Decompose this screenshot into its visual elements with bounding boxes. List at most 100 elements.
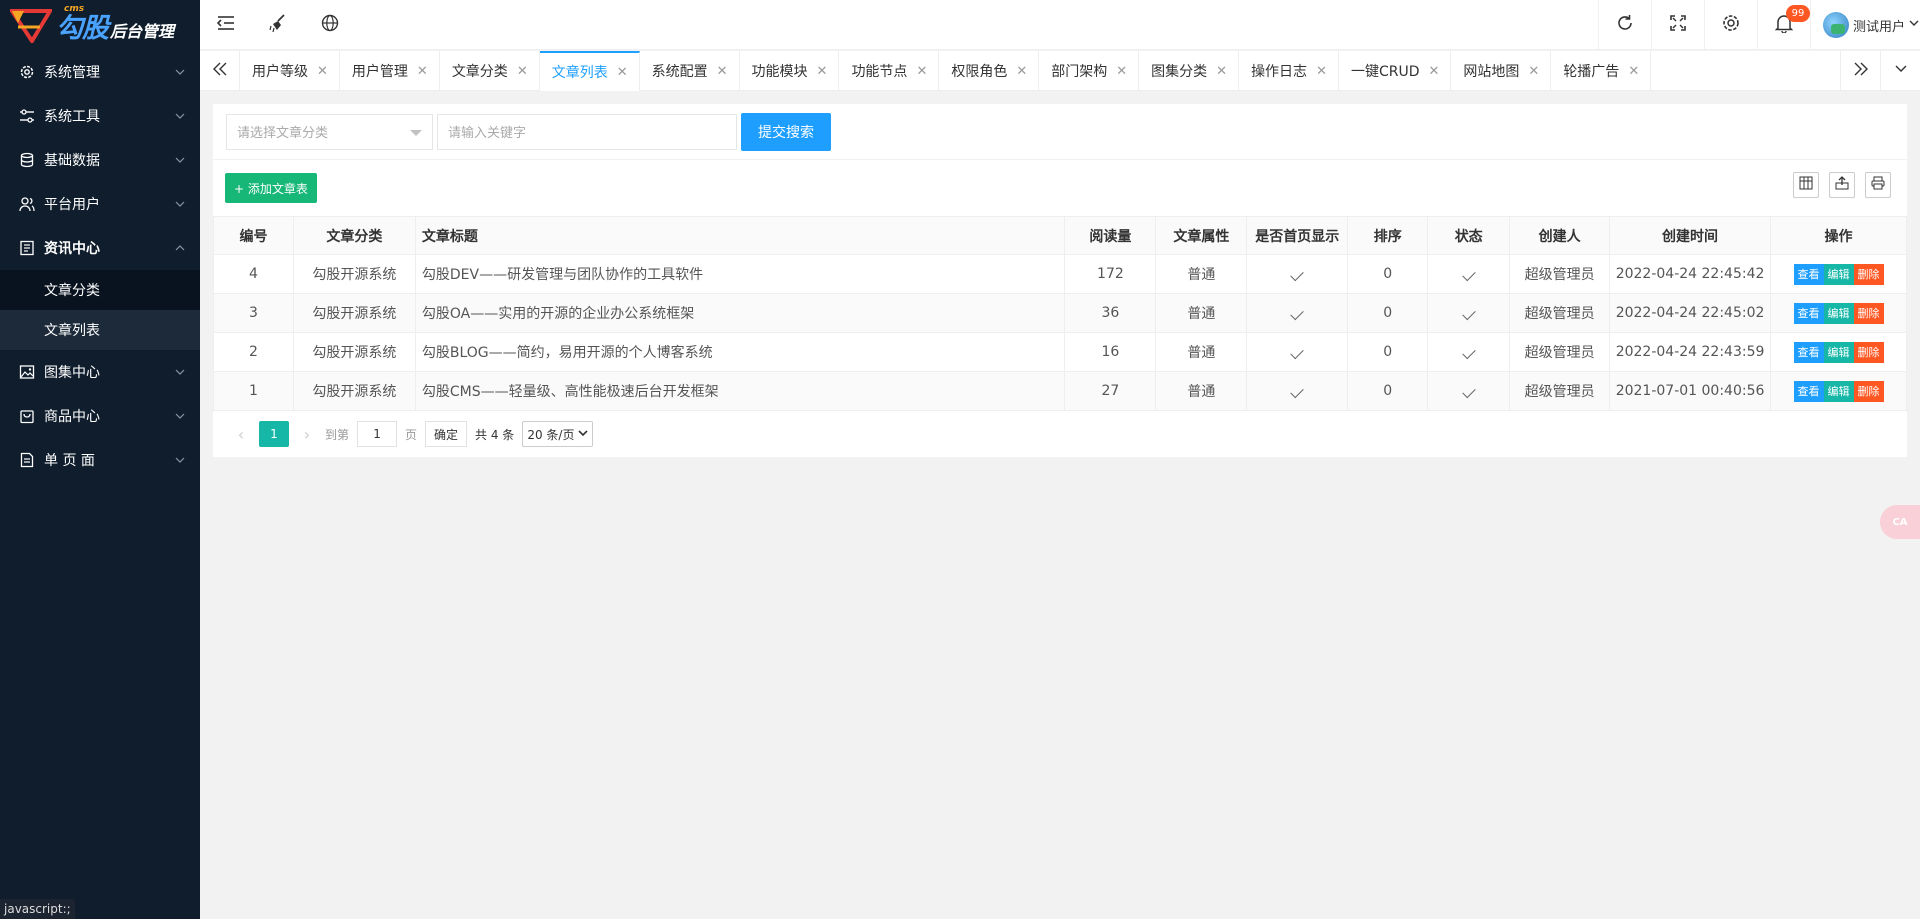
close-icon[interactable]: ✕ [317, 64, 328, 79]
delete-button[interactable]: 删除 [1853, 302, 1884, 324]
tab-department[interactable]: 部门架构 ✕ [1039, 51, 1140, 91]
tab-function-module[interactable]: 功能模块 ✕ [740, 51, 840, 91]
columns-filter-button[interactable] [1793, 172, 1819, 198]
close-icon[interactable]: ✕ [1628, 64, 1639, 79]
col-header-status[interactable]: 状态 [1427, 216, 1511, 255]
close-icon[interactable]: ✕ [417, 64, 428, 79]
close-icon[interactable]: ✕ [1216, 64, 1227, 79]
tab-user-level[interactable]: 用户等级 ✕ [240, 51, 340, 91]
sidebar-item-single-page[interactable]: 单 页 面 [0, 438, 200, 482]
delete-button[interactable]: 删除 [1853, 380, 1884, 402]
logo[interactable]: cms 勾股 后台管理 [0, 0, 200, 50]
user-menu[interactable]: 测试用户 [1810, 0, 1920, 50]
translate-float-button[interactable]: CA [1880, 505, 1920, 539]
tab-article-category[interactable]: 文章分类 ✕ [440, 51, 540, 91]
col-header-creator[interactable]: 创建人 [1509, 216, 1611, 255]
clear-cache-button[interactable] [252, 0, 304, 50]
sidebar-item-goods-center[interactable]: 商品中心 [0, 394, 200, 438]
export-button[interactable] [1829, 172, 1855, 198]
submit-search-button[interactable]: 提交搜索 [741, 112, 831, 151]
print-button[interactable] [1865, 172, 1891, 198]
sidebar-item-news-center[interactable]: 资讯中心 [0, 226, 200, 270]
tab-function-node[interactable]: 功能节点 ✕ [839, 51, 940, 91]
prev-page-button[interactable]: ‹ [231, 425, 251, 444]
tab-user-management[interactable]: 用户管理 ✕ [340, 51, 440, 91]
next-page-button[interactable]: › [297, 425, 317, 444]
add-article-button[interactable]: + 添加文章表 [225, 173, 317, 203]
edit-button[interactable]: 编辑 [1823, 341, 1854, 363]
close-icon[interactable]: ✕ [617, 65, 628, 80]
col-header-reads[interactable]: 阅读量 [1064, 216, 1157, 255]
view-button[interactable]: 查看 [1793, 302, 1824, 324]
view-button[interactable]: 查看 [1793, 341, 1824, 363]
refresh-button[interactable] [1598, 0, 1651, 50]
website-button[interactable] [304, 0, 356, 50]
submenu-item-article-category[interactable]: 文章分类 [0, 270, 200, 310]
delete-button[interactable]: 删除 [1853, 263, 1884, 285]
tab-list: 用户等级 ✕ 用户管理 ✕ 文章分类 ✕ 文章列表 ✕ 系统配置 ✕ 功能模块 ✕ 功能节点… [240, 51, 1652, 91]
fullscreen-button[interactable] [1651, 0, 1704, 50]
cell-status [1427, 332, 1511, 372]
tab-article-list[interactable]: 文章列表 ✕ [539, 51, 640, 91]
tab-scroll-left-button[interactable] [200, 51, 240, 91]
sidebar-item-label: 基础数据 [44, 153, 100, 169]
col-header-sort[interactable]: 排序 [1347, 216, 1429, 255]
sidebar-item-system-tools[interactable]: 系统工具 [0, 94, 200, 138]
close-icon[interactable]: ✕ [1016, 64, 1027, 79]
edit-button[interactable]: 编辑 [1823, 302, 1854, 324]
tab-scroll-right-button[interactable] [1840, 51, 1880, 91]
cell-id: 2 [213, 332, 294, 372]
category-select[interactable]: 请选择文章分类 [226, 113, 433, 150]
table-row[interactable]: 2 勾股开源系统 勾股BLOG——简约，易用开源的个人博客系统 16 普通 0 … [213, 332, 1907, 372]
tab-sitemap[interactable]: 网站地图 ✕ [1451, 51, 1552, 91]
view-button[interactable]: 查看 [1793, 380, 1824, 402]
col-header-attr[interactable]: 文章属性 [1155, 216, 1248, 255]
cell-creator: 超级管理员 [1509, 293, 1611, 333]
goto-confirm-button[interactable]: 确定 [425, 421, 468, 447]
sidebar-item-base-data[interactable]: 基础数据 [0, 138, 200, 182]
edit-button[interactable]: 编辑 [1823, 263, 1854, 285]
close-icon[interactable]: ✕ [517, 64, 528, 79]
close-icon[interactable]: ✕ [817, 64, 828, 79]
tab-operation-log[interactable]: 操作日志 ✕ [1239, 51, 1339, 91]
submenu-item-article-list[interactable]: 文章列表 [0, 310, 200, 350]
tab-system-config[interactable]: 系统配置 ✕ [640, 51, 740, 91]
edit-button[interactable]: 编辑 [1823, 380, 1854, 402]
tab-permission-role[interactable]: 权限角色 ✕ [939, 51, 1040, 91]
menu-collapse-button[interactable] [200, 0, 252, 50]
close-icon[interactable]: ✕ [717, 64, 728, 79]
settings-button[interactable] [1704, 0, 1757, 50]
sidebar-item-gallery-center[interactable]: 图集中心 [0, 350, 200, 394]
close-icon[interactable]: ✕ [1116, 64, 1127, 79]
table-row[interactable]: 4 勾股开源系统 勾股DEV——研发管理与团队协作的工具软件 172 普通 0 … [213, 254, 1907, 294]
table-row[interactable]: 1 勾股开源系统 勾股CMS——轻量级、高性能极速后台开发框架 27 普通 0 … [213, 371, 1907, 411]
col-header-show-home[interactable]: 是否首页显示 [1246, 216, 1349, 255]
col-header-category[interactable]: 文章分类 [292, 216, 416, 255]
keyword-input[interactable]: 请输入关键字 [437, 113, 737, 150]
page-size-select[interactable]: 20 条/页 [522, 421, 594, 447]
goto-page-input[interactable]: 1 [357, 421, 398, 447]
cell-show-home [1246, 254, 1349, 294]
page-unit-label: 页 [405, 427, 418, 442]
notification-button[interactable]: 99 [1757, 0, 1810, 50]
delete-button[interactable]: 删除 [1853, 341, 1884, 363]
close-icon[interactable]: ✕ [1528, 64, 1539, 79]
fullscreen-icon [1669, 14, 1687, 36]
tab-gallery-category[interactable]: 图集分类 ✕ [1139, 51, 1240, 91]
table-row[interactable]: 3 勾股开源系统 勾股OA——实用的开源的企业办公系统框架 36 普通 0 超级… [213, 293, 1907, 333]
sidebar-item-platform-users[interactable]: 平台用户 [0, 182, 200, 226]
sidebar-item-system-admin[interactable]: 系统管理 [0, 50, 200, 94]
tab-one-click-crud[interactable]: 一键CRUD ✕ [1339, 51, 1452, 91]
tab-carousel-ad[interactable]: 轮播广告 ✕ [1551, 51, 1652, 91]
cell-attr: 普通 [1155, 293, 1248, 333]
col-header-created[interactable]: 创建时间 [1609, 216, 1772, 255]
close-icon[interactable]: ✕ [916, 64, 927, 79]
tab-menu-button[interactable] [1880, 51, 1920, 91]
view-button[interactable]: 查看 [1793, 263, 1824, 285]
col-header-id[interactable]: 编号 [213, 216, 294, 255]
cell-sort: 0 [1347, 332, 1429, 372]
current-page[interactable]: 1 [259, 421, 289, 447]
close-icon[interactable]: ✕ [1429, 64, 1440, 79]
col-header-title[interactable]: 文章标题 [414, 216, 1066, 255]
close-icon[interactable]: ✕ [1316, 64, 1327, 79]
